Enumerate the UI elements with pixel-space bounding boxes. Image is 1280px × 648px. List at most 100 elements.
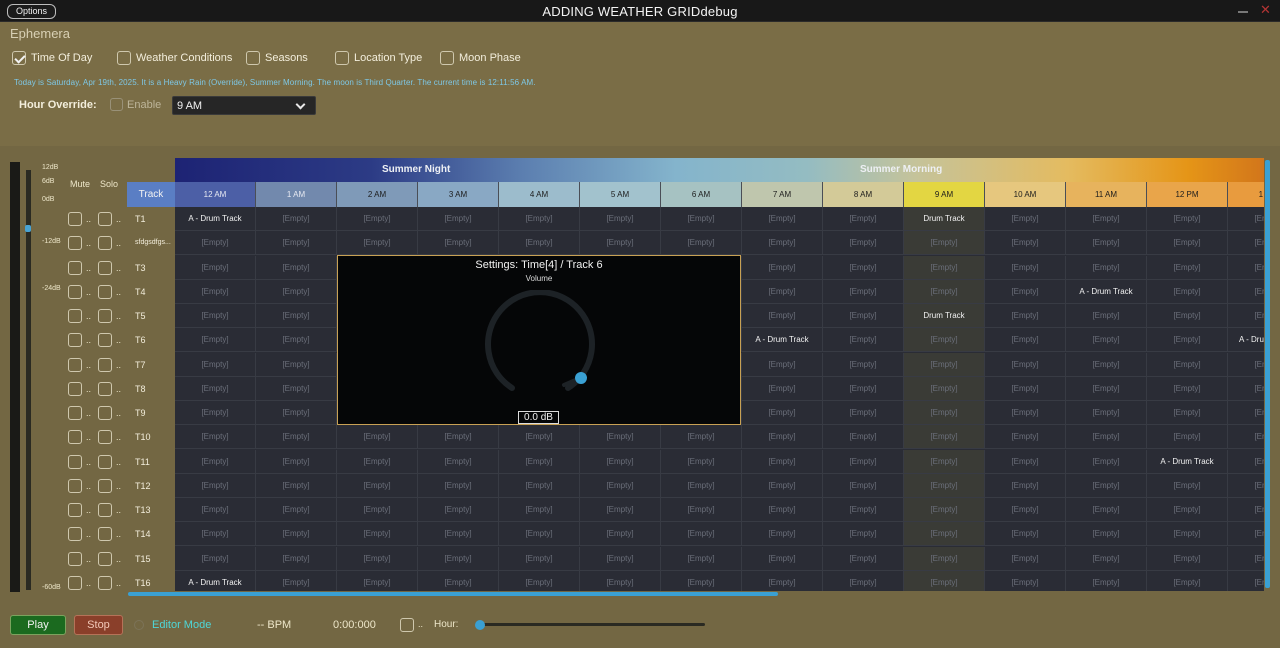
mute-checkbox[interactable] — [68, 212, 82, 226]
grid-cell[interactable]: [Empty] — [256, 231, 337, 256]
grid-cell[interactable]: [Empty] — [337, 425, 418, 450]
grid-cell[interactable]: A - Dru — [1228, 328, 1264, 353]
grid-cell[interactable]: [Empty] — [1147, 473, 1228, 498]
hour-header[interactable]: 1 AM — [256, 182, 337, 207]
grid-cell[interactable]: [Empty] — [418, 231, 499, 256]
grid-cell[interactable]: [Empty] — [256, 328, 337, 353]
mute-checkbox[interactable] — [68, 357, 82, 372]
hour-header[interactable]: 5 AM — [580, 182, 661, 207]
solo-checkbox[interactable] — [98, 357, 112, 372]
grid-cell[interactable]: [Empty] — [661, 207, 742, 231]
grid-cell[interactable]: [Empty] — [1228, 522, 1264, 547]
hour-header[interactable]: 12 PM — [1147, 182, 1228, 207]
grid-cell[interactable]: [Empty] — [661, 425, 742, 450]
grid-cell[interactable]: [Empty] — [1147, 352, 1228, 377]
grid-cell[interactable]: [Empty] — [1228, 571, 1264, 591]
grid-cell[interactable]: [Empty] — [742, 279, 823, 304]
grid-cell[interactable]: [Empty] — [1228, 256, 1264, 280]
grid-cell[interactable]: [Empty] — [823, 279, 904, 304]
solo-checkbox[interactable] — [98, 284, 112, 299]
mute-checkbox[interactable] — [68, 575, 82, 590]
grid-cell[interactable]: [Empty] — [742, 304, 823, 328]
solo-checkbox[interactable] — [98, 236, 112, 251]
grid-cell[interactable]: [Empty] — [1228, 377, 1264, 401]
hour-header[interactable]: 4 AM — [499, 182, 580, 207]
filter-seasons[interactable]: Seasons — [246, 50, 308, 66]
grid-cell[interactable]: [Empty] — [904, 570, 985, 591]
grid-cell[interactable]: [Empty] — [661, 546, 742, 571]
volume-fader-track[interactable] — [26, 170, 31, 590]
grid-cell[interactable]: [Empty] — [1147, 570, 1228, 591]
hour-checkbox[interactable] — [400, 618, 414, 632]
grid-cell[interactable]: [Empty] — [175, 401, 256, 425]
grid-cell[interactable]: [Empty] — [175, 473, 256, 498]
hour-header[interactable]: 10 AM — [985, 182, 1066, 207]
grid-cell[interactable]: [Empty] — [823, 425, 904, 450]
grid-cell[interactable]: [Empty] — [823, 546, 904, 571]
horizontal-scrollbar[interactable] — [128, 592, 778, 596]
grid-cell[interactable]: [Empty] — [256, 570, 337, 591]
grid-cell[interactable]: [Empty] — [1066, 255, 1147, 280]
grid-cell[interactable]: [Empty] — [418, 498, 499, 522]
grid-cell[interactable]: [Empty] — [1147, 231, 1228, 256]
hour-header[interactable]: 2 AM — [337, 182, 418, 207]
grid-cell[interactable]: [Empty] — [985, 425, 1066, 450]
grid-cell[interactable]: [Empty] — [337, 546, 418, 571]
stop-button[interactable]: Stop — [74, 615, 123, 635]
hour-header[interactable]: 1 PM — [1228, 182, 1264, 207]
grid-cell[interactable]: [Empty] — [1147, 255, 1228, 280]
mute-checkbox[interactable] — [68, 551, 82, 566]
grid-cell[interactable]: [Empty] — [1066, 522, 1147, 547]
grid-cell[interactable]: [Empty] — [904, 279, 985, 304]
grid-cell[interactable]: [Empty] — [661, 498, 742, 522]
grid-cell[interactable]: [Empty] — [1147, 522, 1228, 547]
grid-cell[interactable]: [Empty] — [985, 231, 1066, 256]
grid-cell[interactable]: [Empty] — [1147, 376, 1228, 401]
grid-cell[interactable]: [Empty] — [337, 498, 418, 522]
play-button[interactable]: Play — [10, 615, 66, 635]
grid-cell[interactable]: [Empty] — [1066, 570, 1147, 591]
filter-weather-conditions[interactable]: Weather Conditions — [117, 50, 232, 66]
grid-cell[interactable]: [Empty] — [985, 352, 1066, 377]
grid-cell[interactable]: [Empty] — [661, 570, 742, 591]
vertical-scrollbar[interactable] — [1265, 160, 1270, 588]
grid-cell[interactable]: Drum Track — [904, 207, 985, 231]
hour-slider-thumb[interactable] — [475, 620, 485, 630]
grid-cell[interactable]: [Empty] — [742, 207, 823, 231]
grid-cell[interactable]: [Empty] — [904, 546, 985, 571]
filter-moon-phase[interactable]: Moon Phase — [440, 50, 521, 66]
grid-cell[interactable]: [Empty] — [256, 207, 337, 231]
filter-time-of-day[interactable]: Time Of Day — [12, 50, 92, 66]
grid-cell[interactable]: [Empty] — [823, 352, 904, 377]
grid-cell[interactable]: [Empty] — [1228, 353, 1264, 377]
grid-cell[interactable]: [Empty] — [337, 570, 418, 591]
grid-cell[interactable]: [Empty] — [985, 376, 1066, 401]
grid-cell[interactable]: [Empty] — [418, 546, 499, 571]
grid-cell[interactable]: [Empty] — [499, 498, 580, 522]
hour-header[interactable]: 12 AM — [175, 182, 256, 207]
grid-cell[interactable]: [Empty] — [1147, 401, 1228, 425]
grid-cell[interactable]: [Empty] — [661, 473, 742, 498]
hour-header[interactable]: 11 AM — [1066, 182, 1147, 207]
grid-cell[interactable]: [Empty] — [418, 207, 499, 231]
grid-cell[interactable]: [Empty] — [256, 352, 337, 377]
grid-cell[interactable]: [Empty] — [175, 255, 256, 280]
grid-cell[interactable]: [Empty] — [823, 207, 904, 231]
grid-cell[interactable]: [Empty] — [904, 328, 985, 353]
grid-cell[interactable]: [Empty] — [1147, 304, 1228, 328]
knob-handle[interactable] — [575, 372, 587, 384]
grid-cell[interactable]: [Empty] — [742, 425, 823, 450]
grid-cell[interactable]: [Empty] — [661, 449, 742, 474]
grid-cell[interactable]: [Empty] — [175, 231, 256, 256]
grid-cell[interactable]: [Empty] — [904, 352, 985, 377]
grid-cell[interactable]: [Empty] — [580, 498, 661, 522]
grid-cell[interactable]: [Empty] — [985, 498, 1066, 522]
filter-checkbox[interactable] — [440, 51, 454, 65]
grid-cell[interactable]: [Empty] — [823, 522, 904, 547]
grid-cell[interactable]: [Empty] — [256, 255, 337, 280]
solo-checkbox[interactable] — [98, 309, 112, 323]
grid-cell[interactable]: [Empty] — [823, 255, 904, 280]
filter-checkbox[interactable] — [246, 51, 260, 65]
grid-cell[interactable]: [Empty] — [985, 279, 1066, 304]
solo-checkbox[interactable] — [98, 478, 112, 493]
